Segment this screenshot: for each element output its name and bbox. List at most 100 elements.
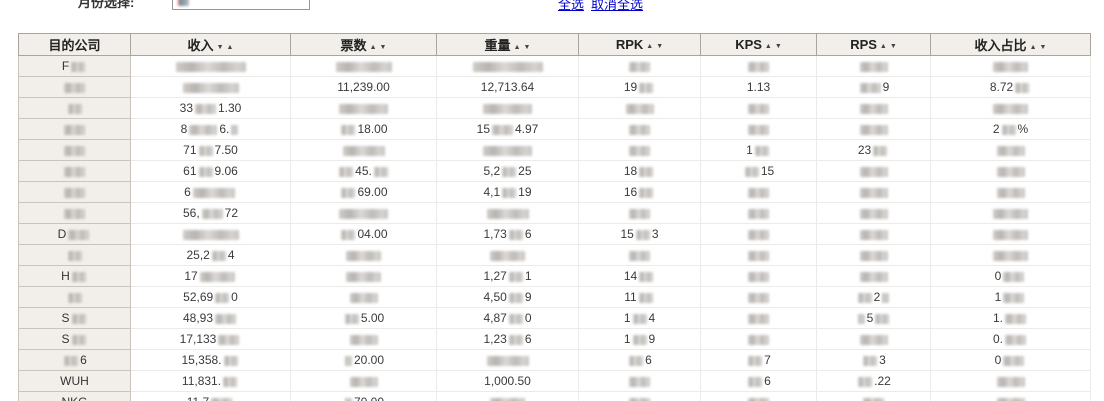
cell-text: 0.	[992, 332, 1003, 346]
redacted-value	[502, 166, 517, 177]
redacted-value	[490, 250, 525, 261]
deselect-all-link[interactable]: 取消全选	[591, 0, 643, 12]
cell	[816, 55, 931, 77]
redacted-value	[859, 124, 888, 135]
cell-text: 6	[184, 185, 191, 199]
cell-text: 1	[623, 311, 631, 325]
cell: 1	[930, 286, 1091, 308]
select-all-link[interactable]: 全选	[558, 0, 584, 12]
sort-desc-icon[interactable]: ▼	[217, 44, 224, 51]
cell-text: 3	[651, 227, 659, 241]
page: 月份选择: 全选 取消全选 目的公司 收入 ▼ ▲ 票数 ▲ ▼ 重量 ▲ ▼ RPK ▲ ▼ KPS ▲ ▼ R…	[0, 0, 1104, 401]
redacted-value	[748, 271, 769, 282]
cell-text: 1	[524, 269, 532, 283]
sort-asc-icon[interactable]: ▲	[227, 44, 234, 51]
sort-desc-icon[interactable]: ▼	[1040, 44, 1047, 51]
sort-asc-icon[interactable]: ▲	[514, 44, 521, 51]
cell-text: 70.00	[354, 395, 384, 401]
col-header-revenue[interactable]: 收入 ▼ ▲	[130, 33, 291, 56]
cell-text: 9	[882, 80, 890, 94]
redacted-value	[502, 187, 517, 198]
cell	[816, 265, 931, 287]
cell-text: 23	[857, 143, 872, 157]
sort-asc-icon[interactable]: ▲	[880, 43, 887, 50]
row-header-company	[18, 97, 131, 119]
redacted-value	[873, 145, 888, 156]
cell-text: 19	[518, 185, 532, 199]
sort-asc-icon[interactable]: ▲	[370, 44, 377, 51]
col-header-weight[interactable]: 重量 ▲ ▼	[436, 33, 579, 56]
col-header-dest-company[interactable]: 目的公司	[18, 33, 131, 56]
redacted-value	[64, 145, 85, 156]
cell-text: 4	[648, 311, 656, 325]
sort-desc-icon[interactable]: ▼	[775, 43, 782, 50]
cell-text: 0	[994, 269, 1002, 283]
cell	[700, 244, 817, 266]
cell-text: 15	[620, 227, 634, 241]
cell: 48,93	[130, 307, 291, 329]
cell	[436, 349, 579, 371]
redacted-value	[748, 355, 763, 366]
sort-desc-icon[interactable]: ▼	[890, 43, 897, 50]
redacted-value	[349, 292, 378, 303]
table-row: NKG 11,7 70.00	[18, 391, 1091, 401]
redacted-value	[639, 166, 654, 177]
redacted-value	[857, 292, 872, 303]
redacted-value	[64, 208, 85, 219]
cell-text: 2	[992, 122, 1000, 136]
col-header-label: RPS	[850, 37, 877, 52]
cell-text: 56,	[182, 206, 200, 220]
col-header-rps[interactable]: RPS ▲ ▼	[816, 33, 931, 56]
redacted-value	[218, 334, 240, 345]
redacted-value	[635, 229, 650, 240]
cell-text: 1,23	[483, 332, 507, 346]
table-row: WUH 11,831. 1,000.50 6 .22	[18, 370, 1091, 392]
cell	[436, 202, 579, 224]
cell-text: %	[1017, 122, 1029, 136]
redacted-value	[1003, 271, 1025, 282]
cell-text: 17	[184, 269, 198, 283]
cell: 56, 72	[130, 202, 291, 224]
redacted-value	[748, 61, 769, 72]
sort-desc-icon[interactable]: ▼	[524, 44, 531, 51]
col-header-label: KPS	[735, 37, 762, 52]
redacted-value	[341, 124, 356, 135]
cell-text: 15	[760, 164, 775, 178]
sort-desc-icon[interactable]: ▼	[380, 44, 387, 51]
redacted-value	[632, 334, 647, 345]
row-header-company: S	[18, 328, 131, 350]
sort-asc-icon[interactable]: ▲	[1030, 44, 1037, 51]
cell	[930, 391, 1091, 401]
col-header-revenue-share[interactable]: 收入占比 ▲ ▼	[930, 33, 1091, 56]
redacted-value	[178, 0, 189, 7]
redacted-value	[639, 82, 654, 93]
row-header-company	[18, 160, 131, 182]
sort-desc-icon[interactable]: ▼	[656, 43, 663, 50]
col-header-kps[interactable]: KPS ▲ ▼	[700, 33, 817, 56]
redacted-value	[198, 145, 213, 156]
cell	[930, 202, 1091, 224]
redacted-value	[859, 103, 888, 114]
col-header-tickets[interactable]: 票数 ▲ ▼	[290, 33, 437, 56]
cell	[930, 55, 1091, 77]
cell-text: 4,1	[483, 185, 501, 199]
cell: 0.	[930, 328, 1091, 350]
redacted-value	[993, 61, 1028, 72]
cell-text: 1.	[992, 311, 1003, 325]
cell-text: S	[61, 311, 70, 325]
cell-text: 69.00	[357, 185, 388, 199]
redacted-value	[71, 61, 86, 72]
cell: 6	[130, 181, 291, 203]
row-header-company	[18, 286, 131, 308]
col-header-rpk[interactable]: RPK ▲ ▼	[578, 33, 701, 56]
sort-asc-icon[interactable]: ▲	[765, 43, 772, 50]
redacted-value	[223, 355, 238, 366]
sort-asc-icon[interactable]: ▲	[646, 43, 653, 50]
cell	[290, 97, 437, 119]
cell-text: 45.	[355, 164, 372, 178]
cell-text: D	[57, 227, 67, 241]
redacted-value	[508, 229, 523, 240]
cell-text: 1,27	[483, 269, 507, 283]
cell-text: 1	[994, 290, 1002, 304]
month-input[interactable]	[172, 0, 310, 10]
